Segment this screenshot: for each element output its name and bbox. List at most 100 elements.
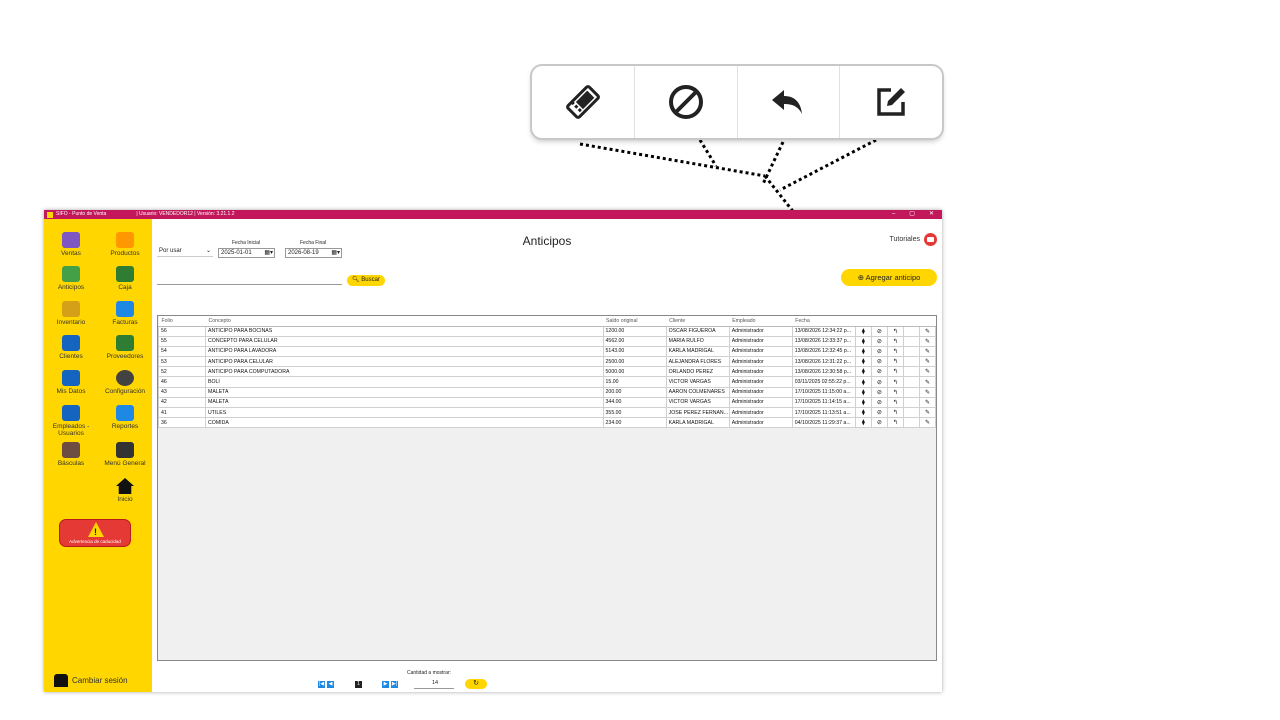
row-ticket-button[interactable]: ⧫ [854, 335, 872, 347]
first-page-button[interactable]: |◀ [318, 681, 325, 688]
row-cancel-button[interactable]: ⊘ [870, 386, 888, 398]
row-edit-button[interactable]: ✎ [918, 417, 937, 429]
sidebar-item-empleados[interactable]: Empleados - Usuarios [44, 405, 98, 437]
row-return-button[interactable]: ↰ [886, 325, 904, 337]
row-cancel-button[interactable]: ⊘ [870, 356, 888, 368]
row-cancel-button[interactable]: ⊘ [870, 396, 888, 409]
row-edit-button[interactable]: ✎ [918, 345, 937, 358]
sidebar-item-ventas[interactable]: Ventas [44, 232, 98, 257]
table-cell: Administrador [728, 417, 793, 429]
row-cancel-button[interactable]: ⊘ [870, 406, 888, 419]
start-date-field[interactable]: 2025-01-01 ▦▾ [218, 248, 275, 258]
sidebar-item-reportes[interactable]: Reportes [98, 405, 152, 430]
row-ticket-button[interactable]: ⧫ [854, 366, 872, 378]
row-ticket-button[interactable]: ⧫ [854, 406, 872, 419]
row-return-button[interactable]: ↰ [886, 406, 904, 419]
sidebar-item-proveedores[interactable]: Proveedores [98, 335, 152, 360]
col-folio[interactable]: Folio [158, 316, 206, 327]
minimize-button[interactable]: – [892, 210, 895, 219]
sidebar-item-facturas[interactable]: Facturas [98, 301, 152, 326]
maximize-button[interactable]: ▢ [909, 210, 915, 219]
current-page[interactable]: 1 [355, 681, 362, 688]
col-concepto[interactable]: Concepto [205, 316, 604, 327]
col-fecha[interactable]: Fecha [792, 316, 856, 327]
sidebar-item-menu-general[interactable]: Menú General [98, 442, 152, 467]
tutorials-link[interactable]: Tutoriales [890, 233, 937, 246]
sidebar-item-productos[interactable]: Productos [98, 232, 152, 257]
change-session-button[interactable]: Cambiar sesión [54, 674, 128, 687]
row-cancel-button[interactable]: ⊘ [870, 376, 888, 388]
row-cancel-button[interactable]: ⊘ [870, 417, 888, 429]
row-return-button[interactable]: ↰ [886, 345, 904, 358]
sidebar-item-inicio[interactable]: Inicio [98, 478, 152, 503]
row-cancel-button[interactable]: ⊘ [870, 345, 888, 358]
row-edit-button[interactable]: ✎ [918, 376, 937, 388]
col-empleado[interactable]: Empleado [729, 316, 793, 327]
table-row[interactable]: 46 BOLI 15.00 VICTOR VARGAS Administrador 03/… [157, 376, 937, 388]
table-row[interactable]: 36 COMIDA 234.00 KARLA MADRIGAL Administrado… [157, 417, 937, 429]
row-return-button[interactable]: ↰ [886, 417, 904, 429]
expiry-warning-button[interactable]: ! Advertencia de caducidad [59, 519, 131, 547]
sidebar-item-anticipos[interactable]: Anticipos [44, 266, 98, 291]
fecha-final-label: Fecha Final [300, 240, 327, 246]
search-button[interactable]: 🔍︎ Buscar [347, 275, 385, 286]
end-date-field[interactable]: 2026-08-19 ▦▾ [285, 248, 342, 258]
row-ticket-button[interactable]: ⧫ [854, 325, 872, 337]
table-row[interactable]: 54 ANTICIPO PARA LAVADORA 5143.00 KARLA MAD… [157, 345, 937, 358]
row-return-button[interactable]: ↰ [886, 356, 904, 368]
row-ticket-button[interactable]: ⧫ [854, 417, 872, 429]
row-return-button[interactable]: ↰ [886, 376, 904, 388]
row-ticket-button[interactable]: ⧫ [854, 396, 872, 409]
row-ticket-button[interactable]: ⧫ [854, 376, 872, 388]
row-edit-button[interactable]: ✎ [918, 335, 937, 347]
callout-cancel-button[interactable] [635, 66, 738, 138]
row-ticket-button[interactable]: ⧫ [854, 345, 872, 358]
search-input[interactable] [157, 275, 342, 285]
row-cancel-button[interactable]: ⊘ [870, 325, 888, 337]
col-saldo[interactable]: Saldo original [603, 316, 667, 327]
blank-cell [902, 376, 920, 388]
close-button[interactable]: ✕ [929, 210, 934, 219]
row-ticket-button[interactable]: ⧫ [854, 356, 872, 368]
row-edit-button[interactable]: ✎ [918, 406, 937, 419]
table-cell: 36 [157, 417, 207, 429]
row-return-button[interactable]: ↰ [886, 386, 904, 398]
sidebar-item-mis-datos[interactable]: Mis Datos [44, 370, 98, 395]
callout-return-button[interactable] [738, 66, 841, 138]
status-filter-select[interactable]: Por usar ⌄ [157, 247, 213, 257]
table-cell: MALETA [205, 386, 604, 398]
row-cancel-button[interactable]: ⊘ [870, 366, 888, 378]
add-advance-button[interactable]: ⊕ Agregar anticipo [841, 269, 937, 286]
prev-page-button[interactable]: ◀ [327, 681, 334, 688]
next-page-button[interactable]: ▶ [382, 681, 389, 688]
table-row[interactable]: 43 MALETA 200.00 AARON COLMENARES Administra… [157, 386, 937, 398]
sidebar-item-configuracion[interactable]: Configuración [98, 370, 152, 395]
callout-ticket-button[interactable] [532, 66, 635, 138]
col-cliente[interactable]: Cliente [666, 316, 730, 327]
sidebar-item-basculas[interactable]: Básculas [44, 442, 98, 467]
table-row[interactable]: 53 ANTICIPO PARA CELULAR 2500.00 ALEJANDRA … [157, 356, 937, 368]
callout-edit-button[interactable] [840, 66, 942, 138]
row-edit-button[interactable]: ✎ [918, 325, 937, 337]
row-return-button[interactable]: ↰ [886, 335, 904, 347]
row-cancel-button[interactable]: ⊘ [870, 335, 888, 347]
row-edit-button[interactable]: ✎ [918, 396, 937, 409]
table-row[interactable]: 41 UTILES 355.00 JOSE PEREZ FERNAN... Admini… [157, 406, 937, 419]
sidebar-item-caja[interactable]: Caja [98, 266, 152, 291]
table-row[interactable]: 56 ANTICIPO PARA BOCINAS 1200.00 OSCAR FIGU… [157, 325, 937, 337]
sidebar-item-inventario[interactable]: Inventario [44, 301, 98, 326]
table-row[interactable]: 42 MALETA 344.00 VICTOR VARGAS Administrador… [157, 396, 937, 409]
last-page-button[interactable]: ▶| [391, 681, 398, 688]
row-return-button[interactable]: ↰ [886, 396, 904, 409]
row-edit-button[interactable]: ✎ [918, 356, 937, 368]
row-return-button[interactable]: ↰ [886, 366, 904, 378]
row-ticket-button[interactable]: ⧫ [854, 386, 872, 398]
table-row[interactable]: 55 CONCEPTO PARA CELULAR 4562.00 MARIA RULF… [157, 335, 937, 347]
show-count-input[interactable]: 14 [414, 679, 454, 689]
refresh-button[interactable]: ↻ [465, 679, 487, 689]
table-cell: 4562.00 [602, 335, 667, 347]
row-edit-button[interactable]: ✎ [918, 386, 937, 398]
row-edit-button[interactable]: ✎ [918, 366, 937, 378]
sidebar-item-clientes[interactable]: Clientes [44, 335, 98, 360]
table-row[interactable]: 52 ANTICIPO PARA COMPUTADORA 5000.00 ORLAND… [157, 366, 937, 378]
